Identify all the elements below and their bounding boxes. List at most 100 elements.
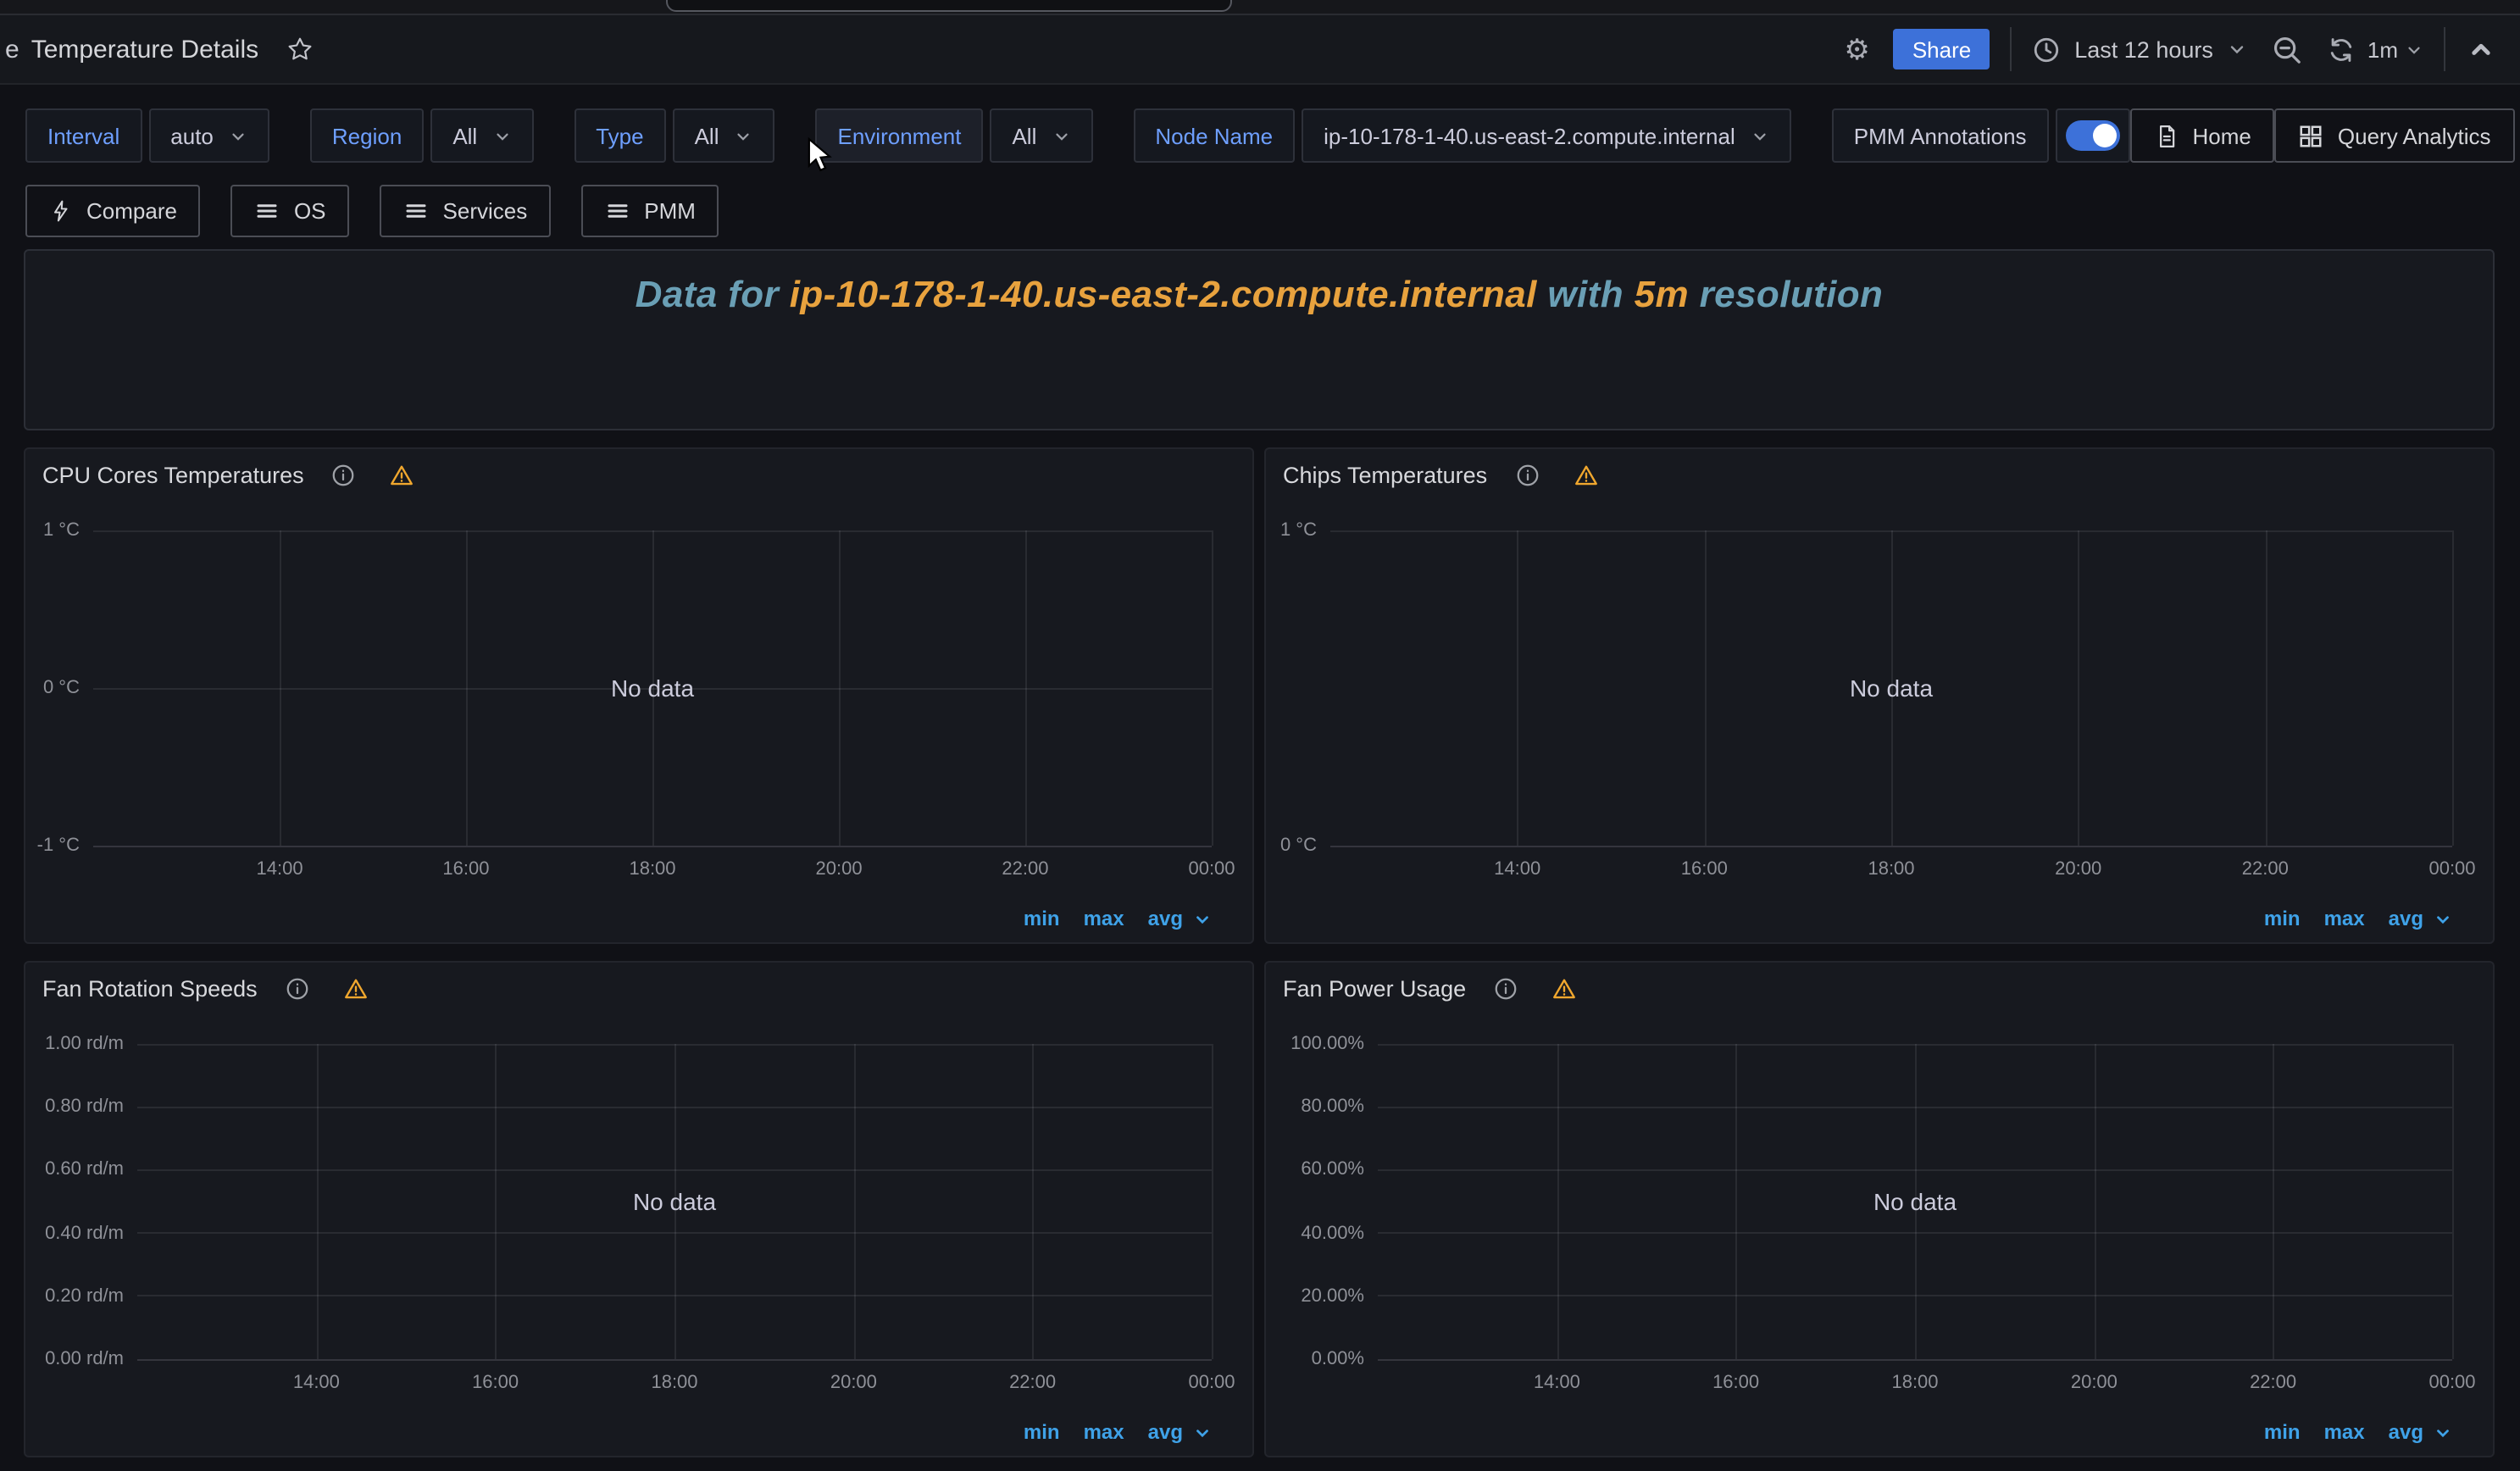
v-gridline: [1736, 1044, 1738, 1359]
panel-title[interactable]: CPU Cores Temperatures: [42, 463, 304, 488]
legend-calc-avg[interactable]: avg: [2389, 1420, 2423, 1444]
y-tick-label: 0.00%: [1312, 1349, 1364, 1369]
pmm-annotations-toggle[interactable]: [2056, 108, 2130, 163]
x-tick-label: 00:00: [2428, 1373, 2475, 1393]
chevron-down-icon[interactable]: [2405, 40, 2423, 58]
plot-area[interactable]: No data: [1330, 530, 2452, 846]
panel-header[interactable]: Chips Temperatures: [1266, 449, 2493, 502]
node-name-select[interactable]: ip-10-178-1-40.us-east-2.compute.interna…: [1302, 108, 1791, 163]
legend-calc-avg[interactable]: avg: [1148, 907, 1183, 930]
x-tick-label: 18:00: [651, 1373, 697, 1393]
zoom-out-icon[interactable]: [2271, 33, 2303, 65]
pmm-annotations-control: PMM Annotations: [1832, 108, 2130, 163]
info-icon[interactable]: [331, 463, 357, 488]
panel-header[interactable]: Fan Power Usage: [1266, 963, 2493, 1015]
document-icon: [2154, 123, 2179, 148]
legend-calc-avg[interactable]: avg: [1148, 1420, 1183, 1444]
type-label[interactable]: Type: [574, 108, 665, 163]
warning-icon[interactable]: [1572, 463, 1599, 488]
legend-calc-max[interactable]: max: [1084, 907, 1124, 930]
v-gridline: [652, 530, 654, 846]
banner-hostname: ip-10-178-1-40.us-east-2.compute.interna…: [790, 273, 1537, 315]
warning-icon[interactable]: [342, 976, 369, 1002]
legend-calc-min[interactable]: min: [1024, 907, 1060, 930]
panel-header[interactable]: Fan Rotation Speeds: [25, 963, 1252, 1015]
info-icon[interactable]: [1493, 976, 1518, 1002]
x-axis-labels: 14:0016:0018:0020:0022:0000:00: [1378, 1373, 2452, 1400]
type-select[interactable]: All: [673, 108, 775, 163]
collapse-kiosk-chevron-up-icon[interactable]: [2466, 34, 2496, 64]
plot-area[interactable]: No data: [1378, 1044, 2452, 1359]
services-button[interactable]: Services: [380, 185, 552, 237]
y-axis-labels: 100.00%80.00%60.00%40.00%20.00%0.00%: [1266, 1044, 1378, 1359]
legend: minmaxavg: [1024, 1420, 1212, 1444]
node-name-value: ip-10-178-1-40.us-east-2.compute.interna…: [1324, 123, 1735, 148]
favorite-star-icon[interactable]: [286, 36, 313, 63]
filter-type: Type All: [574, 108, 774, 163]
x-tick-label: 16:00: [1681, 859, 1728, 880]
y-tick-label: 0.20 rd/m: [45, 1286, 124, 1307]
node-name-label[interactable]: Node Name: [1133, 108, 1295, 163]
x-tick-label: 14:00: [1494, 859, 1540, 880]
clock-icon: [2032, 35, 2061, 64]
resolution-banner: Data for ip-10-178-1-40.us-east-2.comput…: [24, 249, 2495, 430]
interval-select[interactable]: auto: [148, 108, 269, 163]
v-gridline: [1891, 530, 1893, 846]
pmm-annotations-label: PMM Annotations: [1832, 108, 2049, 163]
panel-title[interactable]: Fan Rotation Speeds: [42, 976, 258, 1002]
legend-calc-min[interactable]: min: [1024, 1420, 1060, 1444]
os-button[interactable]: OS: [231, 185, 350, 237]
y-axis-labels: 1.00 rd/m0.80 rd/m0.60 rd/m0.40 rd/m0.20…: [25, 1044, 137, 1359]
chevron-down-icon[interactable]: [1193, 909, 1212, 928]
info-icon[interactable]: [1514, 463, 1540, 488]
panel-title[interactable]: Fan Power Usage: [1283, 976, 1466, 1002]
query-analytics-button[interactable]: Query Analytics: [2275, 108, 2515, 163]
environment-select[interactable]: All: [990, 108, 1092, 163]
panel-header[interactable]: CPU Cores Temperatures: [25, 449, 1252, 502]
x-tick-label: 16:00: [1712, 1373, 1759, 1393]
y-tick-label: 20.00%: [1301, 1286, 1364, 1307]
panel-title[interactable]: Chips Temperatures: [1283, 463, 1487, 488]
x-tick-label: 00:00: [1188, 859, 1235, 880]
legend-calc-avg[interactable]: avg: [2389, 907, 2423, 930]
warning-icon[interactable]: [1551, 976, 1578, 1002]
region-select[interactable]: All: [430, 108, 533, 163]
v-gridline: [2452, 530, 2454, 846]
legend-calc-max[interactable]: max: [2324, 907, 2365, 930]
legend-calc-min[interactable]: min: [2264, 907, 2301, 930]
v-gridline: [2079, 530, 2080, 846]
menu-icon: [404, 198, 430, 224]
interval-label[interactable]: Interval: [25, 108, 142, 163]
share-button[interactable]: Share: [1894, 29, 1990, 69]
plot-area[interactable]: No data: [137, 1044, 1212, 1359]
warning-icon[interactable]: [389, 463, 416, 488]
home-button[interactable]: Home: [2130, 108, 2275, 163]
pmm-button[interactable]: PMM: [581, 185, 719, 237]
info-icon[interactable]: [285, 976, 310, 1002]
chevron-down-icon[interactable]: [1193, 1423, 1212, 1441]
refresh-interval-value[interactable]: 1m: [2367, 36, 2398, 62]
x-axis-labels: 14:0016:0018:0020:0022:0000:00: [137, 1373, 1212, 1400]
v-gridline: [2265, 530, 2267, 846]
toggle-knob: [2093, 124, 2117, 147]
banner-resolution-value: 5m: [1635, 273, 1689, 315]
region-label[interactable]: Region: [310, 108, 424, 163]
environment-label[interactable]: Environment: [816, 108, 984, 163]
compare-button[interactable]: Compare: [25, 185, 201, 237]
chevron-down-icon[interactable]: [2434, 909, 2452, 928]
v-gridline: [2273, 1044, 2275, 1359]
chevron-down-icon: [1751, 126, 1769, 145]
legend-calc-max[interactable]: max: [2324, 1420, 2365, 1444]
dashboard-settings-gear-icon[interactable]: ⚙: [1844, 35, 1870, 64]
legend-calc-max[interactable]: max: [1084, 1420, 1124, 1444]
chevron-down-icon[interactable]: [2434, 1423, 2452, 1441]
refresh-icon[interactable]: [2327, 35, 2356, 64]
menu-icon: [255, 198, 280, 224]
filter-interval: Interval auto: [25, 108, 269, 163]
region-value: All: [452, 123, 477, 148]
plot-area[interactable]: No data: [93, 530, 1212, 846]
x-tick-label: 14:00: [257, 859, 303, 880]
legend-calc-min[interactable]: min: [2264, 1420, 2301, 1444]
time-range-picker[interactable]: Last 12 hours: [2032, 35, 2247, 64]
y-tick-label: 0.00 rd/m: [45, 1349, 124, 1369]
